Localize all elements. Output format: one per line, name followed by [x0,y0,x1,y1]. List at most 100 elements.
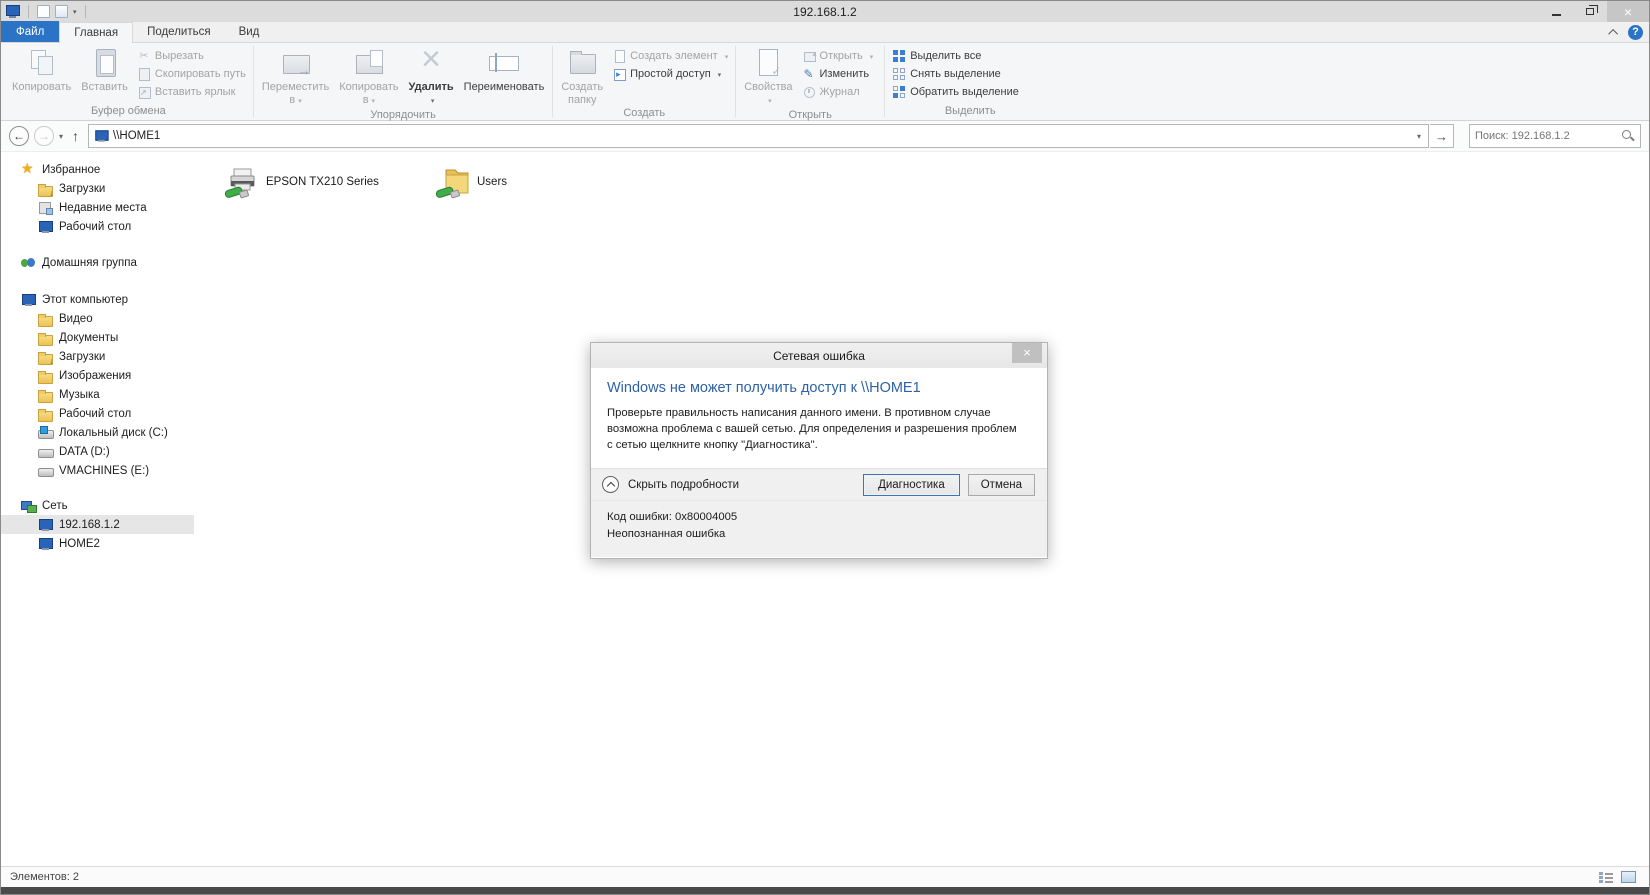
sidebar-item-local-disk-c[interactable]: Локальный диск (C:) [1,423,194,442]
downloads-folder-icon: ↓ [38,350,54,366]
ribbon-tab-row: Файл Главная Поделиться Вид ? [1,21,1649,43]
tab-home[interactable]: Главная [59,22,134,43]
titlebar: ▾ 192.168.1.2 × [1,1,1649,22]
copy-to-button[interactable]: Копировать в [334,44,403,108]
network-pc-icon [38,518,53,532]
sidebar-item-documents[interactable]: Документы [1,328,194,347]
help-icon[interactable]: ? [1628,25,1643,40]
copy-path-button[interactable]: Скопировать путь [133,65,250,83]
shared-folder-item[interactable]: Users [434,163,507,201]
history-clock-icon [802,85,816,99]
delete-icon [414,40,448,80]
restore-button[interactable] [1573,1,1607,22]
shared-printer-item[interactable]: EPSON TX210 Series [223,163,379,201]
group-label-open: Открыть [788,109,832,121]
recent-locations-dropdown-icon[interactable]: ▾ [59,132,63,141]
new-folder-button[interactable]: Создать папку [556,44,608,106]
paste-shortcut-button[interactable]: Вставить ярлык [133,83,250,101]
address-bar[interactable]: \\HOME1 ▾ [88,124,1429,148]
tab-view[interactable]: Вид [225,21,274,42]
select-none-button[interactable]: Снять выделение [888,65,1023,83]
group-label-clipboard: Буфер обмена [91,105,166,117]
history-button[interactable]: Журнал [798,83,878,101]
select-none-icon [892,67,906,81]
sidebar-item-desktop-pc[interactable]: Рабочий стол [1,404,194,423]
minimize-button[interactable] [1539,1,1573,22]
details-view-icon[interactable] [1599,871,1613,883]
sidebar-item-downloads-pc[interactable]: ↓ Загрузки [1,347,194,366]
paste-button[interactable]: Вставить [76,44,133,94]
sidebar-item-desktop[interactable]: Рабочий стол [1,217,194,236]
star-icon [21,160,35,177]
diagnose-button[interactable]: Диагностика [863,473,960,496]
invert-selection-button[interactable]: Обратить выделение [888,83,1023,101]
sidebar-item-home2[interactable]: HOME2 [1,534,194,553]
sidebar-item-data-d[interactable]: DATA (D:) [1,442,194,461]
address-path: \\HOME1 [113,130,161,142]
dialog-close-button[interactable]: × [1012,343,1042,363]
dialog-title: Сетевая ошибка [773,348,865,363]
close-button[interactable]: × [1607,1,1649,22]
open-button[interactable]: Открыть [798,47,878,65]
hide-details-chevron-icon[interactable] [602,476,619,493]
dialog-titlebar: Сетевая ошибка × [591,343,1047,368]
cut-button[interactable]: Вырезать [133,47,250,65]
sidebar-item-recent-places[interactable]: Недавние места [1,198,194,217]
new-folder-icon [565,46,599,80]
tab-file[interactable]: Файл [1,21,60,42]
tab-share[interactable]: Поделиться [133,21,225,42]
collapse-ribbon-icon[interactable] [1608,28,1619,39]
dialog-message: Проверьте правильность написания данного… [607,407,1017,451]
downloads-folder-icon: ↓ [38,182,54,198]
desktop-icon [38,220,53,234]
navigation-pane: Избранное ↓ Загрузки Недавние места Рабо… [1,152,194,894]
sidebar-item-music[interactable]: Музыка [1,385,194,404]
window-controls: × [1539,1,1649,22]
sidebar-item-192-168-1-2[interactable]: 192.168.1.2 [1,515,194,534]
music-folder-icon [38,388,53,403]
sidebar-item-pictures[interactable]: Изображения [1,366,194,385]
new-item-button[interactable]: Создать элемент [608,47,732,65]
forward-button[interactable]: → [34,126,54,146]
easy-access-button[interactable]: Простой доступ [608,65,732,83]
sidebar-item-downloads[interactable]: ↓ Загрузки [1,179,194,198]
shared-printer-icon [224,168,255,199]
dialog-footer: Скрыть подробности Диагностика Отмена [591,468,1047,501]
recent-places-icon [38,201,53,215]
sidebar-item-favorites[interactable]: Избранное [1,160,194,179]
thumbnails-view-icon[interactable] [1621,871,1636,883]
new-item-icon [612,49,626,63]
dialog-heading: Windows не может получить доступ к \\HOM… [607,380,921,396]
ribbon-group-open: Свойства Открыть Изменить Журнал [737,43,883,121]
network-pc-icon [38,537,53,551]
cancel-button[interactable]: Отмена [967,473,1035,496]
dialog-body: Windows не может получить доступ к \\HOM… [591,368,1047,468]
address-dropdown-icon[interactable]: ▾ [1410,132,1428,141]
sidebar-item-homegroup[interactable]: Домашняя группа [1,253,194,272]
properties-button[interactable]: Свойства [739,44,797,108]
status-bar: Элементов: 2 [1,866,1649,887]
paste-icon [88,46,122,80]
search-input[interactable] [1475,130,1621,142]
group-label-create: Создать [623,107,666,119]
delete-button[interactable]: Удалить [404,40,459,108]
sidebar-item-this-pc[interactable]: Этот компьютер [1,290,194,309]
copy-button[interactable]: Копировать [7,44,76,94]
back-button[interactable]: ← [9,126,29,146]
go-button[interactable]: → [1430,124,1454,148]
network-error-dialog: Сетевая ошибка × Windows не может получи… [590,342,1048,559]
paste-shortcut-icon [137,85,151,100]
select-all-button[interactable]: Выделить все [888,47,1023,65]
up-button[interactable]: ↑ [68,128,83,144]
rename-button[interactable]: Переименовать [459,44,550,94]
sidebar-item-network[interactable]: Сеть [1,496,194,515]
move-to-button[interactable]: Переместить в [257,44,334,108]
easy-access-icon [612,67,627,81]
sidebar-item-videos[interactable]: Видео [1,309,194,328]
search-box[interactable] [1469,124,1641,148]
sidebar-item-vmachines-e[interactable]: VMACHINES (E:) [1,461,194,480]
dialog-details: Код ошибки: 0x80004005 Неопознанная ошиб… [591,501,1047,557]
search-icon [1621,129,1635,143]
edit-button[interactable]: Изменить [798,65,878,83]
hide-details-toggle[interactable]: Скрыть подробности [628,479,739,491]
